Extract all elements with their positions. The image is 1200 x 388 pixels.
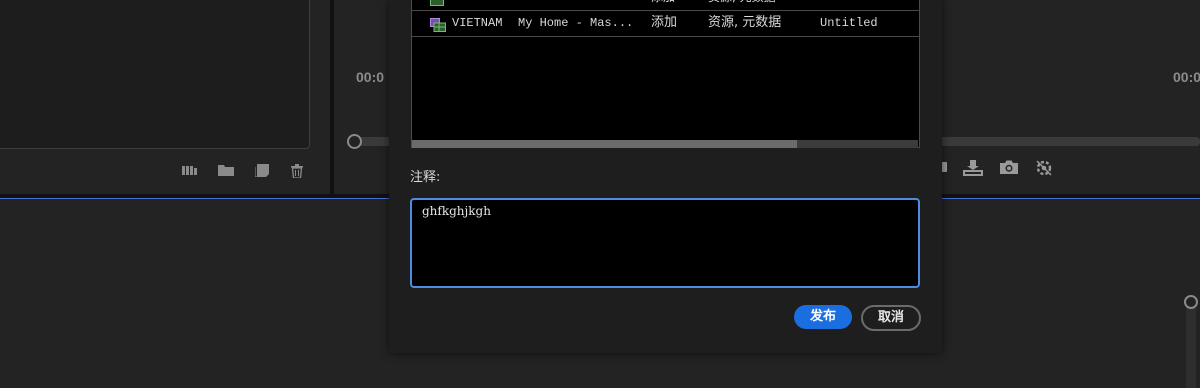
export-frame-icon[interactable] <box>963 160 983 176</box>
table-scroll-thumb[interactable] <box>412 140 797 148</box>
new-item-icon[interactable] <box>254 164 270 178</box>
notes-label: 注释: <box>410 170 441 185</box>
timeline-vertical-scrollbar[interactable] <box>1186 300 1196 388</box>
timecode-current[interactable]: 00:0 <box>356 69 384 85</box>
camera-icon[interactable] <box>1000 160 1018 176</box>
table-row[interactable]: VIETNAM My Home - Mas... 添加 资源, 元数据 Unti… <box>412 10 919 37</box>
publish-button[interactable]: 发布 <box>794 305 852 329</box>
timeline-scroll-handle[interactable] <box>1184 295 1198 309</box>
cell-action: 添加 <box>651 15 678 30</box>
cell-type: 资源, 元数据 <box>708 0 776 10</box>
sequence-icon <box>430 0 444 6</box>
cell-sequence: ... <box>518 0 540 10</box>
settings-icon[interactable] <box>1035 160 1053 176</box>
assets-table: ... 添加 资源, 元数据 VIETNAM My Home - Mas... … <box>411 0 920 148</box>
timecode-duration: 00:0 <box>1173 69 1200 85</box>
cell-sequence: My Home - Mas... <box>518 16 634 30</box>
cell-type: 资源, 元数据 <box>708 15 782 30</box>
cell-name: VIETNAM <box>452 16 503 30</box>
bin-view-icon[interactable] <box>182 164 198 178</box>
cell-action: 添加 <box>651 0 675 10</box>
folder-icon[interactable] <box>218 164 234 178</box>
playhead-handle[interactable] <box>347 134 362 149</box>
cancel-button[interactable]: 取消 <box>861 305 921 331</box>
notes-value[interactable]: ghfkghjkgh <box>422 204 491 218</box>
sequence-icon <box>430 16 446 32</box>
cell-project: Untitled <box>820 16 878 30</box>
trash-icon[interactable] <box>289 164 305 179</box>
project-bin-area[interactable] <box>0 0 310 149</box>
